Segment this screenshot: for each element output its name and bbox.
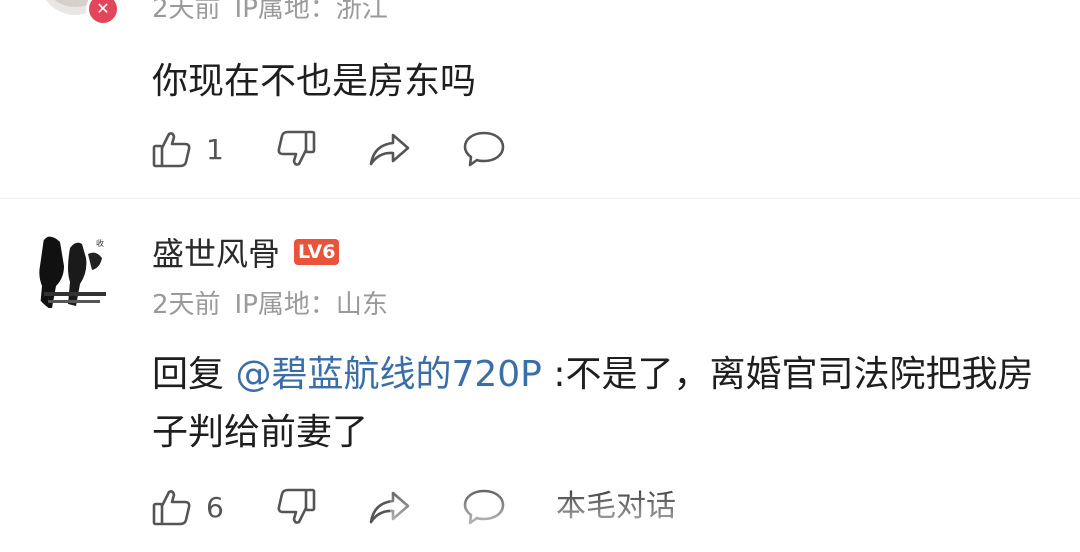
comment-text: 你现在不也是房东吗 (152, 61, 477, 102)
dislike-button[interactable] (276, 126, 316, 172)
comment-meta: 2天前 IP属地：浙江 (152, 0, 388, 25)
thumbs-up-icon (152, 129, 192, 169)
comment-item: ✕ 2天前 IP属地：浙江 你现在不也是房东吗 1 (0, 0, 1080, 198)
thumbs-down-icon (276, 129, 316, 169)
mention-link[interactable]: @碧蓝航线的720P (235, 354, 541, 395)
divider (0, 198, 1080, 199)
share-button[interactable] (368, 126, 412, 172)
comment-text: 回复 @碧蓝航线的720P :不是了，离婚官司法院把我房子判给前妻了 (152, 346, 1062, 462)
close-icon: ✕ (86, 0, 120, 26)
speech-bubble-icon (462, 487, 506, 527)
reply-button[interactable] (462, 126, 506, 172)
like-button[interactable]: 1 (152, 126, 224, 172)
like-count: 6 (206, 490, 224, 524)
comment-action-bar: 1 (152, 126, 1052, 172)
ip-location: IP属地：浙江 (234, 0, 388, 24)
comment-date: 2天前 (152, 0, 221, 24)
share-arrow-icon (368, 129, 412, 169)
ip-location: IP属地：山东 (234, 290, 388, 320)
comment-action-bar: 6 本毛对话 (152, 484, 1052, 530)
reply-prefix: 回复 (152, 354, 236, 395)
level-badge: LV6 (294, 239, 340, 265)
dislike-button[interactable] (276, 484, 316, 530)
like-count: 1 (206, 132, 224, 166)
comment-meta: 2天前 IP属地：山东 (152, 284, 388, 321)
thumbs-down-icon (276, 487, 316, 527)
reply-button[interactable] (462, 484, 506, 530)
share-arrow-icon (368, 487, 412, 527)
thumbs-up-icon (152, 487, 192, 527)
share-button[interactable] (368, 484, 412, 530)
avatar[interactable]: 收 (30, 228, 118, 316)
comment-header: 盛世风骨 LV6 (152, 229, 340, 275)
speech-bubble-icon (462, 129, 506, 169)
like-button[interactable]: 6 (152, 484, 224, 530)
username[interactable]: 盛世风骨 (152, 229, 280, 275)
svg-text:收: 收 (96, 238, 104, 248)
comment-feed: ✕ 2天前 IP属地：浙江 你现在不也是房东吗 1 收 盛世风骨 LV6 2天前… (0, 0, 1080, 552)
comment-date: 2天前 (152, 290, 221, 320)
view-conversation-link[interactable]: 本毛对话 (556, 484, 676, 530)
